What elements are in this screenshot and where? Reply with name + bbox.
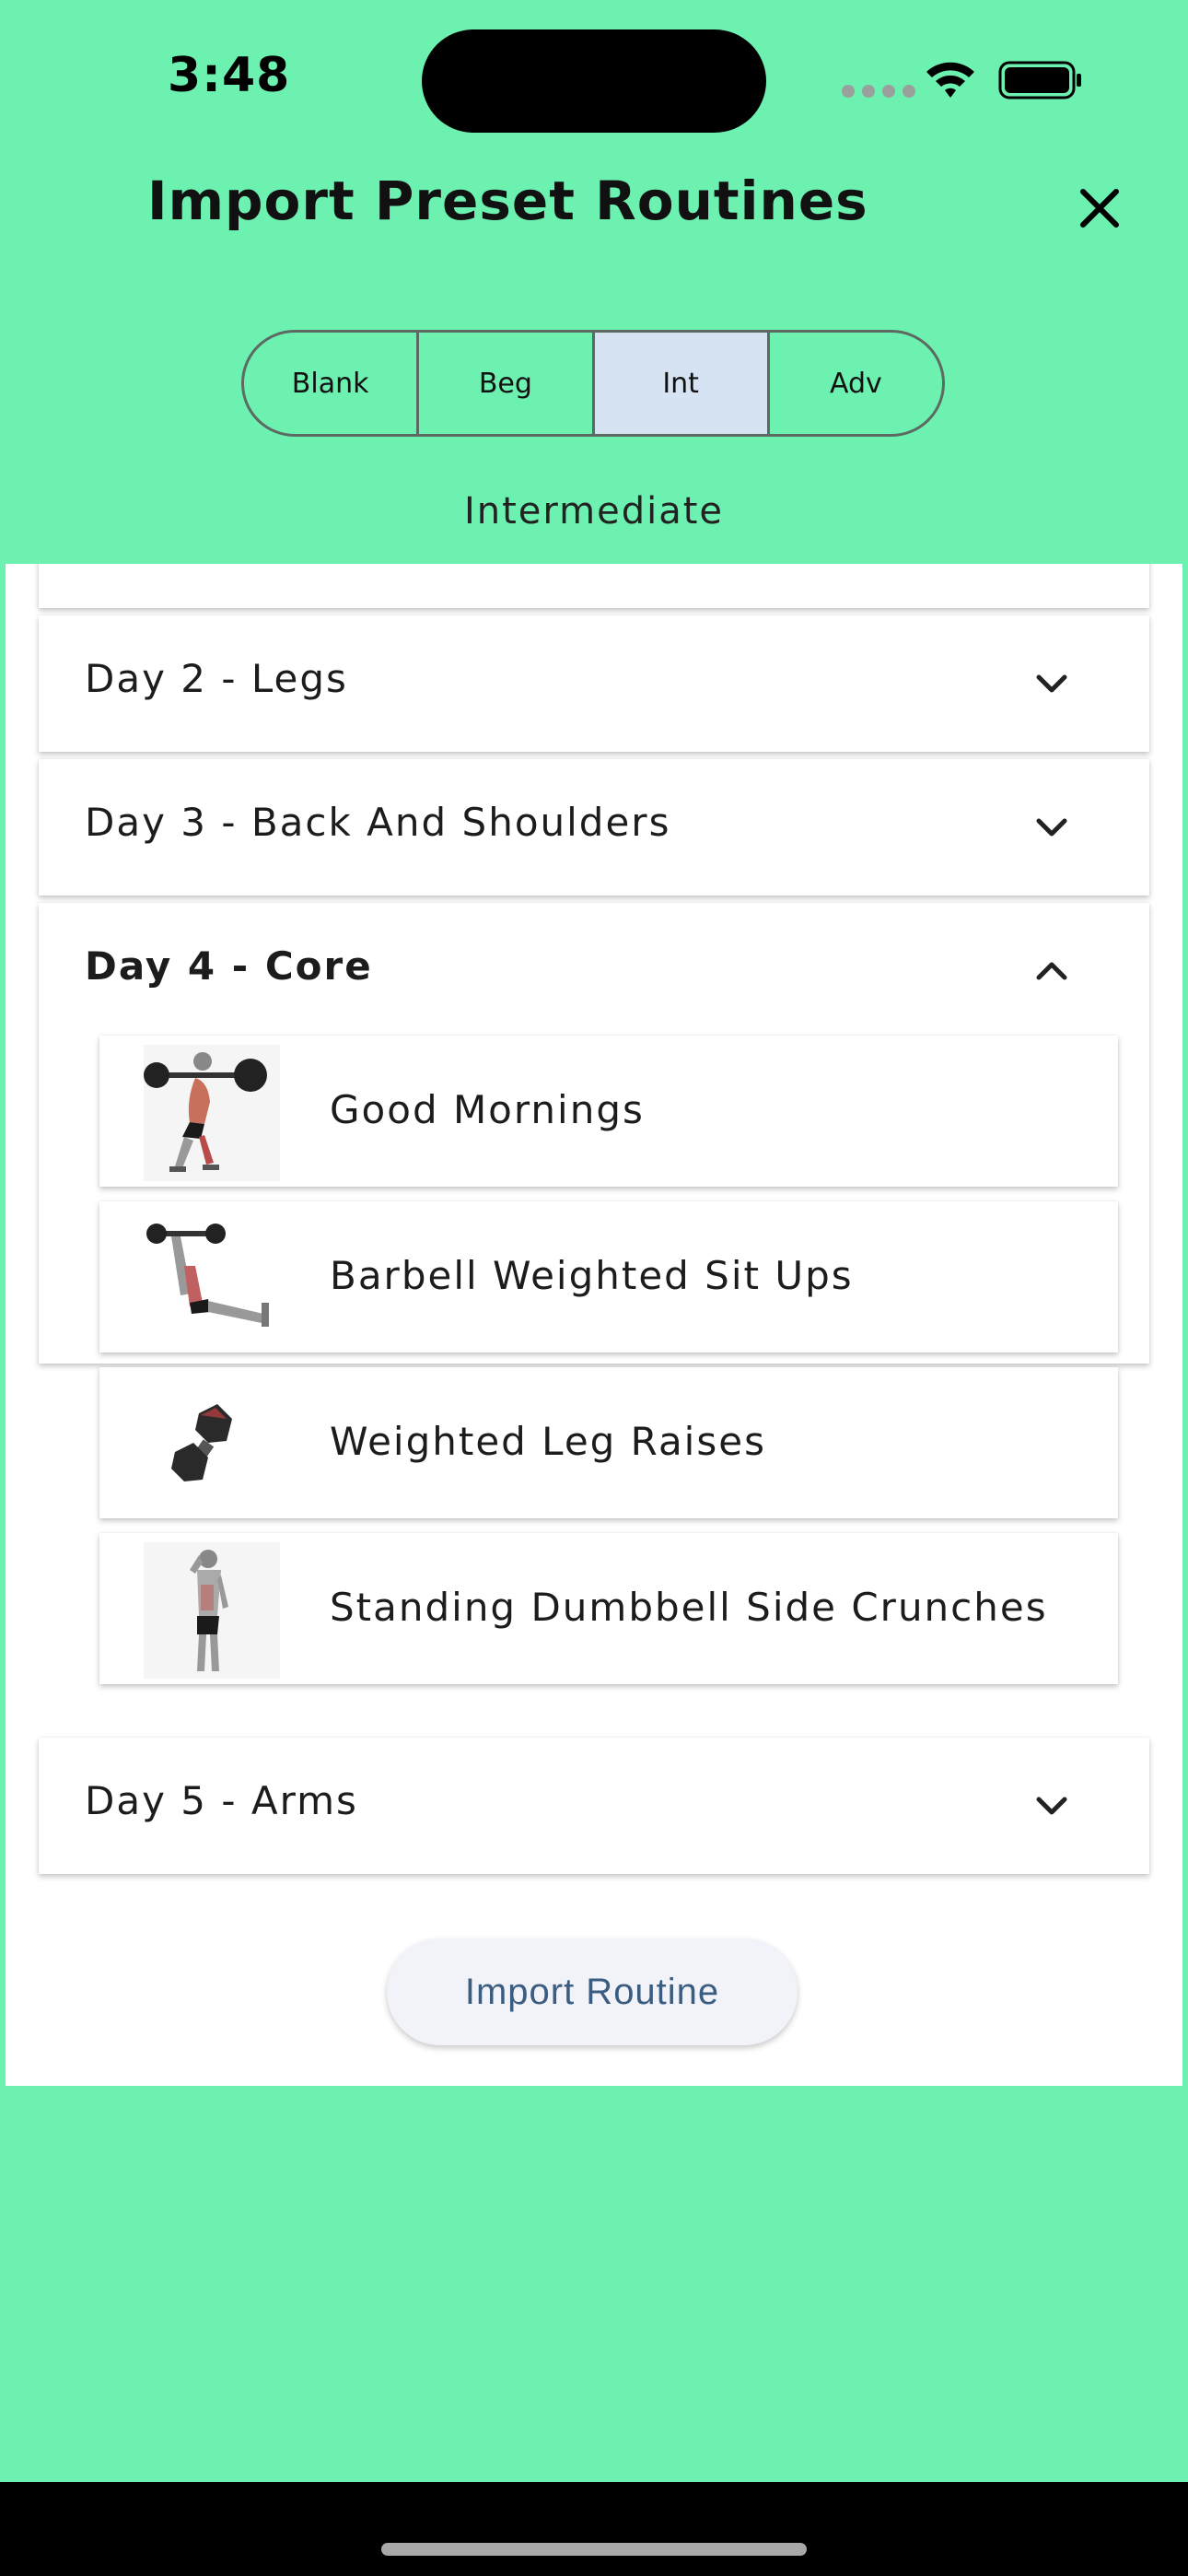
day-card-day-3[interactable]: Day 3 - Back And Shoulders: [39, 759, 1149, 896]
exercise-item[interactable]: Barbell Weighted Sit Ups: [99, 1201, 1118, 1352]
exercise-item[interactable]: Good Mornings: [99, 1036, 1118, 1187]
close-icon[interactable]: [1072, 181, 1127, 236]
chevron-down-icon[interactable]: [1030, 662, 1074, 706]
exercise-name: Weighted Leg Raises: [330, 1419, 766, 1464]
status-time: 3:48: [168, 48, 291, 103]
routine-panel: Day 2 - Legs Day 3 - Back And Shoulders …: [6, 564, 1182, 2086]
import-routine-button[interactable]: Import Routine: [387, 1938, 798, 2045]
day-title: Day 2 - Legs: [85, 656, 348, 701]
exercise-name: Good Mornings: [330, 1087, 645, 1132]
exercise-name: Standing Dumbbell Side Crunches: [330, 1585, 1048, 1630]
wifi-icon: [926, 62, 974, 98]
page-title: Import Preset Routines: [147, 170, 868, 232]
day-title: Day 3 - Back And Shoulders: [85, 800, 671, 845]
side-crunch-figure-icon: [144, 1542, 280, 1679]
segment-advanced[interactable]: Adv: [770, 333, 942, 434]
segment-beginner[interactable]: Beg: [419, 333, 595, 434]
day-title: Day 4 - Core: [85, 943, 373, 989]
home-indicator[interactable]: [381, 2543, 807, 2556]
barbell-squat-figure-icon: [144, 1045, 280, 1181]
battery-icon: [998, 61, 1081, 100]
day-card-day-2[interactable]: Day 2 - Legs: [39, 615, 1149, 752]
exercise-name: Barbell Weighted Sit Ups: [330, 1253, 854, 1298]
cellular-signal-icon: [842, 85, 915, 98]
bottom-bar: [0, 2482, 1188, 2576]
chevron-down-icon[interactable]: [1030, 805, 1074, 849]
segment-intermediate[interactable]: Int: [594, 333, 770, 434]
day-card-previous[interactable]: [39, 564, 1149, 608]
dumbbell-icon: [144, 1376, 280, 1513]
dynamic-island: [422, 29, 766, 133]
barbell-situp-figure-icon: [144, 1211, 280, 1347]
chevron-up-icon[interactable]: [1030, 949, 1074, 993]
selected-level-label: Intermediate: [463, 490, 725, 533]
exercise-item[interactable]: Standing Dumbbell Side Crunches: [99, 1533, 1118, 1684]
exercise-item[interactable]: Weighted Leg Raises: [99, 1367, 1118, 1518]
chevron-down-icon[interactable]: [1030, 1784, 1074, 1828]
day-title: Day 5 - Arms: [85, 1778, 358, 1823]
day-card-day-5[interactable]: Day 5 - Arms: [39, 1738, 1149, 1874]
segment-blank[interactable]: Blank: [244, 333, 420, 434]
level-segmented-control: Blank Beg Int Adv: [241, 330, 945, 437]
